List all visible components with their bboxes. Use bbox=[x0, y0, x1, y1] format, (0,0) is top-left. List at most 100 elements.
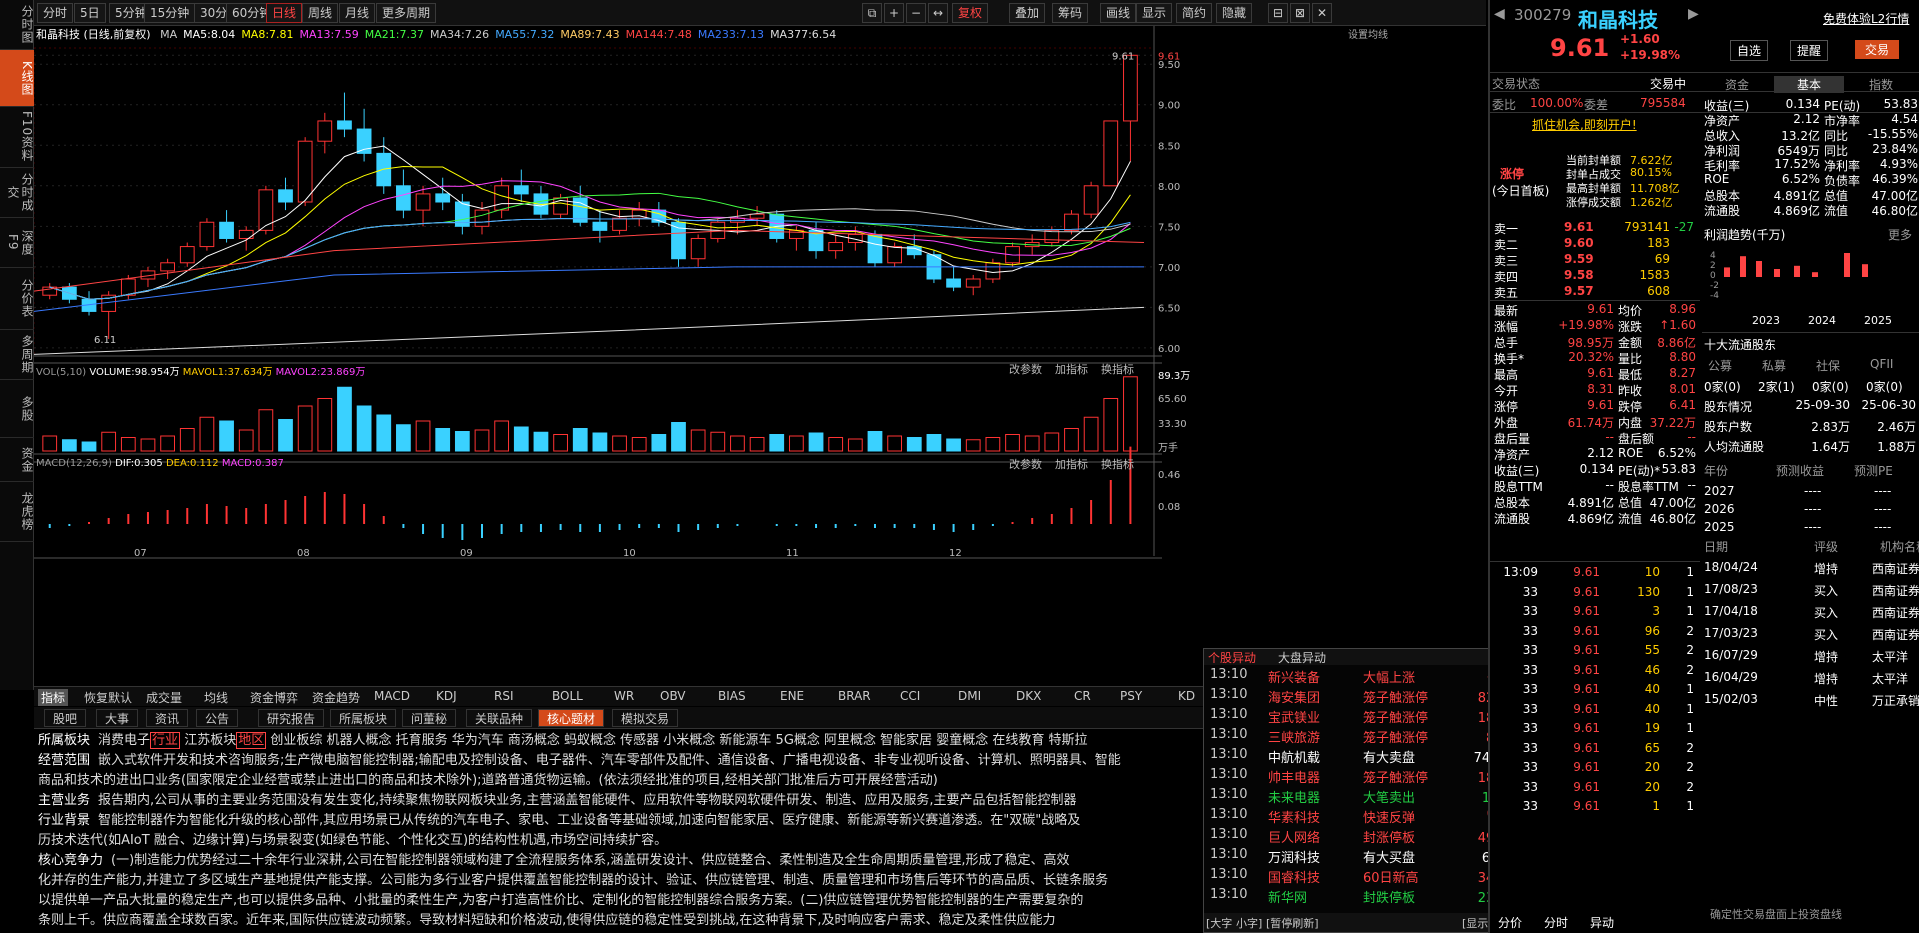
prev-icon[interactable]: ◀ bbox=[1494, 6, 1505, 22]
panel-btn[interactable]: 加指标 bbox=[1055, 457, 1088, 471]
toolbar-0[interactable]: 复权 bbox=[952, 3, 989, 23]
sidebar-item-0[interactable]: 分时图 bbox=[0, 0, 34, 50]
alert-popup[interactable]: 个股异动大盘异动[设]✕13:10新兴装备大幅上涨3.87%13:10海安集团笼… bbox=[1203, 648, 1533, 933]
open-account-link[interactable]: 抓住机会,即刻开户! bbox=[1532, 116, 1637, 133]
toolbar-icon-1[interactable]: + bbox=[884, 3, 904, 23]
kline-svg[interactable]: 9.619.509.008.508.007.507.006.506.009.61… bbox=[33, 26, 1486, 686]
sidebar-item-7[interactable]: 多股 bbox=[0, 380, 34, 438]
toolbar-3[interactable]: 画线 bbox=[1100, 3, 1137, 23]
popup-tab-0[interactable]: 个股异动 bbox=[1208, 649, 1256, 666]
profit-more[interactable]: 更多 bbox=[1888, 226, 1912, 243]
info-tab-5[interactable]: 所属板块 bbox=[330, 709, 397, 727]
toolbar-2[interactable]: 筹码 bbox=[1052, 3, 1089, 23]
popup-row[interactable]: 13:10万润科技有大买盘6934手 bbox=[1210, 847, 1528, 867]
sidebar-item-9[interactable]: 龙虎榜 bbox=[0, 482, 34, 542]
indicator-7[interactable]: KDJ bbox=[436, 689, 457, 703]
info-tab-6[interactable]: 问董秘 bbox=[402, 709, 457, 727]
info-tab-0[interactable]: 股吧 bbox=[44, 709, 87, 727]
info-tab-1[interactable]: 大事 bbox=[96, 709, 139, 727]
toolbar-1[interactable]: 叠加 bbox=[1009, 3, 1046, 23]
indicator-11[interactable]: OBV bbox=[660, 689, 686, 703]
info-tab-2[interactable]: 资讯 bbox=[146, 709, 189, 727]
indicator-8[interactable]: RSI bbox=[494, 689, 514, 703]
toolbar-icon-3[interactable]: ↔ bbox=[928, 3, 948, 23]
popup-tab-1[interactable]: 大盘异动 bbox=[1278, 649, 1326, 666]
popup-row[interactable]: 13:10未来电器大笔卖出1560手 bbox=[1210, 787, 1528, 807]
panel-btn[interactable]: 换指标 bbox=[1101, 457, 1134, 471]
popup-row[interactable]: 13:10中航机载有大卖盘74880手 bbox=[1210, 747, 1528, 767]
bottom-tab-1[interactable]: 分时 bbox=[1544, 914, 1568, 931]
popup-footer-0[interactable]: [大字 bbox=[1206, 915, 1232, 931]
indicator-12[interactable]: BIAS bbox=[718, 689, 746, 703]
popup-row[interactable]: 13:10华素科技快速反弹0.67% bbox=[1210, 807, 1528, 827]
indicator-10[interactable]: WR bbox=[614, 689, 634, 703]
window-icon-2[interactable]: ✕ bbox=[1312, 3, 1332, 23]
panel-btn[interactable]: 换指标 bbox=[1101, 362, 1134, 376]
indicator-20[interactable]: KD bbox=[1178, 689, 1195, 703]
sidebar-item-5[interactable]: 分价表 bbox=[0, 268, 34, 330]
popup-row[interactable]: 13:10新华网封跌停板23.63元 bbox=[1210, 887, 1528, 907]
sidebar-item-4[interactable]: 深度F9 bbox=[0, 218, 34, 268]
panel-btn[interactable]: 改参数 bbox=[1009, 457, 1042, 471]
toolbar-5[interactable]: 简约 bbox=[1176, 3, 1213, 23]
fund-tab-0[interactable]: 资金 bbox=[1702, 76, 1772, 93]
set-ma-link[interactable]: 设置均线 bbox=[1348, 26, 1388, 41]
bottom-tab-2[interactable]: 异动 bbox=[1590, 914, 1614, 931]
popup-row[interactable]: 13:10三峡旅游笼子触涨停8.81元 bbox=[1210, 727, 1528, 747]
info-tab-7[interactable]: 关联品种 bbox=[466, 709, 533, 727]
indicator-9[interactable]: BOLL bbox=[552, 689, 583, 703]
period-1[interactable]: 5日 bbox=[74, 3, 106, 23]
indicator-19[interactable]: PSY bbox=[1120, 689, 1142, 703]
period-0[interactable]: 分时 bbox=[37, 3, 74, 23]
trade-button[interactable]: 交易 bbox=[1855, 40, 1900, 59]
indicator-16[interactable]: DMI bbox=[958, 689, 981, 703]
sidebar-item-8[interactable]: 资金 bbox=[0, 438, 34, 482]
popup-row[interactable]: 13:10巨人网络封涨停板49.94元 bbox=[1210, 827, 1528, 847]
popup-row[interactable]: 13:10海安集团笼子触涨停82.83元 bbox=[1210, 687, 1528, 707]
alert-button[interactable]: 提醒 bbox=[1790, 40, 1829, 61]
indicator-5[interactable]: 资金趋势 bbox=[312, 689, 360, 706]
info-tab-9[interactable]: 模拟交易 bbox=[612, 709, 679, 727]
next-icon[interactable]: ▶ bbox=[1688, 6, 1699, 22]
fund-tab-2[interactable]: 指数 bbox=[1846, 76, 1916, 93]
indicator-14[interactable]: BRAR bbox=[838, 689, 871, 703]
bottom-tab-0[interactable]: 分价 bbox=[1498, 914, 1522, 931]
indicator-1[interactable]: 恢复默认 bbox=[84, 689, 132, 706]
fund-tab-1[interactable]: 基本 bbox=[1774, 76, 1844, 93]
indicator-0[interactable]: 指标 bbox=[38, 689, 69, 706]
toolbar-icon-2[interactable]: − bbox=[906, 3, 926, 23]
kline-chart-area[interactable]: 9.61 9.50 9.00 8.50 8.00 7.50 7.00 6.50 6.00 9.61… bbox=[33, 26, 1486, 686]
sidebar-item-2[interactable]: F10资料 bbox=[0, 107, 34, 168]
popup-row[interactable]: 13:10新兴装备大幅上涨3.87% bbox=[1210, 667, 1528, 687]
indicator-3[interactable]: 均线 bbox=[204, 689, 228, 706]
indicator-4[interactable]: 资金博弈 bbox=[250, 689, 298, 706]
indicator-15[interactable]: CCI bbox=[900, 689, 920, 703]
promo-link[interactable]: 免费体验L2行情 bbox=[1823, 10, 1909, 27]
sidebar-item-1[interactable]: K线图 bbox=[0, 50, 34, 107]
popup-row[interactable]: 13:10国睿科技60日新高34.82元 bbox=[1210, 867, 1528, 887]
window-icon-0[interactable]: ⊟ bbox=[1268, 3, 1288, 23]
toolbar-6[interactable]: 隐藏 bbox=[1216, 3, 1253, 23]
period-3[interactable]: 15分钟 bbox=[144, 3, 196, 23]
sidebar-item-3[interactable]: 分时成交 bbox=[0, 168, 34, 218]
popup-footer-1[interactable]: 小字] bbox=[1236, 915, 1262, 931]
panel-btn[interactable]: 加指标 bbox=[1055, 362, 1088, 376]
indicator-2[interactable]: 成交量 bbox=[146, 689, 182, 706]
sidebar-item-6[interactable]: 多周期 bbox=[0, 330, 34, 380]
indicator-17[interactable]: DKX bbox=[1016, 689, 1041, 703]
indicator-13[interactable]: ENE bbox=[780, 689, 804, 703]
indicator-18[interactable]: CR bbox=[1074, 689, 1091, 703]
info-tab-3[interactable]: 公告 bbox=[196, 709, 239, 727]
toolbar-icon-0[interactable]: ⧉ bbox=[862, 3, 882, 23]
period-8[interactable]: 月线 bbox=[339, 3, 376, 23]
info-tab-4[interactable]: 研究报告 bbox=[258, 709, 325, 727]
period-9[interactable]: 更多周期 bbox=[376, 3, 437, 23]
period-6[interactable]: 日线 bbox=[266, 3, 303, 23]
popup-footer-2[interactable]: [暂停刷新] bbox=[1266, 915, 1319, 931]
period-7[interactable]: 周线 bbox=[302, 3, 339, 23]
popup-row[interactable]: 13:10帅丰电器笼子触涨停18.62元 bbox=[1210, 767, 1528, 787]
watchlist-button[interactable]: 自选 bbox=[1730, 40, 1769, 61]
toolbar-4[interactable]: 显示 bbox=[1136, 3, 1173, 23]
info-tab-8[interactable]: 核心题材 bbox=[538, 709, 605, 727]
window-icon-1[interactable]: ⊠ bbox=[1290, 3, 1310, 23]
